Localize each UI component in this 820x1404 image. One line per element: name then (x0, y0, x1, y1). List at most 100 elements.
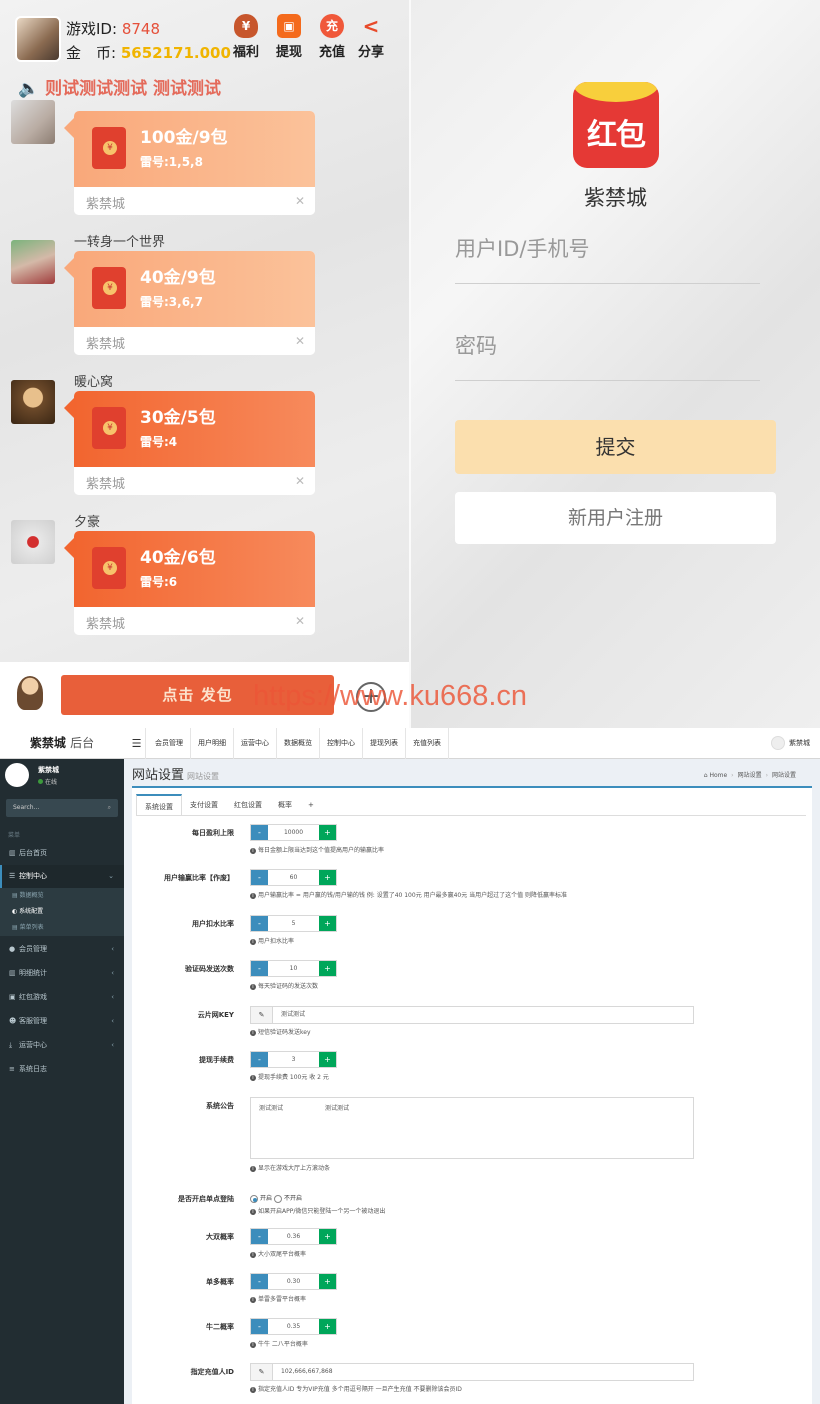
red-packet-card[interactable]: 40金/6包 雷号:6 紫禁城 ✕ (74, 531, 315, 635)
stepper-input[interactable]: 3 (268, 1052, 319, 1067)
admin-logo[interactable]: 紫禁城 后台 (0, 728, 124, 759)
stepper-input[interactable]: 10 (268, 961, 319, 976)
field-label: 是否开启单点登陆 (178, 1195, 234, 1203)
decrement-button[interactable]: - (251, 870, 268, 885)
packet-mine-numbers: 雷号:3,6,7 (140, 295, 203, 309)
increment-button[interactable]: + (319, 916, 336, 931)
sender-avatar[interactable] (11, 100, 55, 144)
nav-member-management[interactable]: 会员管理 (148, 728, 191, 759)
sender-avatar[interactable] (11, 380, 55, 424)
user-id-field[interactable]: 用户ID/手机号 (455, 237, 760, 284)
increment-button[interactable]: + (319, 1319, 336, 1334)
sidebar-item-members[interactable]: ● 会员管理 ‹ (0, 938, 124, 961)
red-packet-footer: 紫禁城 ✕ (74, 187, 315, 215)
sidebar-item-customer-service[interactable]: ☻ 客服管理 ‹ (0, 1010, 124, 1033)
nav-recharge-list[interactable]: 充值列表 (406, 728, 449, 759)
nav-user-details[interactable]: 用户明细 (191, 728, 234, 759)
page-title: 网站设置 网站设置 (132, 764, 219, 783)
password-field[interactable]: 密码 (455, 334, 760, 381)
sidebar-item-control-center[interactable]: ☰ 控制中心 ⌄ (0, 865, 124, 888)
stepper-input[interactable]: 10000 (268, 825, 319, 840)
increment-button[interactable]: + (319, 825, 336, 840)
help-text: 指定充值人ID 专为VIP充值 多个用逗号隔开 一旦产生充值 不要删除该会员ID (258, 1386, 462, 1393)
red-packet-card[interactable]: 100金/9包 雷号:1,5,8 紫禁城 ✕ (74, 111, 315, 215)
field-help: i 每天验证码的发送次数 (250, 981, 318, 990)
bubble-arrow (64, 258, 74, 278)
sidebar-sub-menu-list[interactable]: ▤ 菜单列表 (0, 920, 124, 936)
tab-system-settings[interactable]: 系统设置 (136, 794, 182, 815)
tab-red-packet-settings[interactable]: 红包设置 (226, 794, 270, 815)
increment-button[interactable]: + (319, 1052, 336, 1067)
user-avatar[interactable] (17, 676, 43, 710)
chart-icon: ▥ (9, 969, 16, 977)
increment-button[interactable]: + (319, 870, 336, 885)
sidebar-sub-system-config[interactable]: ◐ 系统配置 (0, 904, 124, 920)
headset-icon: ☻ (9, 1017, 17, 1025)
increment-button[interactable]: + (319, 961, 336, 976)
packet-amount: 100金/9包 (140, 128, 228, 148)
money-bag-icon: ¥ (234, 14, 258, 38)
chevron-down-icon: ⌄ (108, 872, 114, 880)
game-id-label: 游戏ID: (66, 20, 118, 38)
sidebar-item-operations[interactable]: ⤓ 运营中心 ‹ (0, 1034, 124, 1057)
breadcrumb-section[interactable]: 网站设置 (738, 772, 762, 779)
sidebar-item-label: 会员管理 (19, 945, 47, 953)
sidebar-sub-data-overview[interactable]: ▤ 数据概览 (0, 888, 124, 904)
announcement-textarea[interactable]: 测试测试 测试测试 (250, 1097, 694, 1159)
help-text: 用户输赢比率 = 用户赢的钱/用户输的钱 例: 设置了40 100元 用户最多赢… (258, 892, 568, 899)
decrement-button[interactable]: - (251, 961, 268, 976)
help-text: 如果开启APP/微信只能登陆一个另一个被动退出 (258, 1208, 386, 1215)
radio-enable[interactable]: 开启 (250, 1194, 272, 1203)
radio-disable[interactable]: 不开启 (273, 1194, 302, 1203)
tab-add[interactable]: + (300, 794, 322, 815)
stepper-input[interactable]: 60 (268, 870, 319, 885)
recharge-button[interactable]: 充 充值 (310, 14, 354, 60)
nav-withdraw-list[interactable]: 提现列表 (363, 728, 406, 759)
increment-button[interactable]: + (319, 1229, 336, 1244)
red-packet-card[interactable]: 30金/5包 雷号:4 紫禁城 ✕ (74, 391, 315, 495)
nav-operation-center[interactable]: 运营中心 (234, 728, 277, 759)
stepper-input[interactable]: 5 (268, 916, 319, 931)
player-avatar[interactable] (15, 16, 61, 62)
sidebar-item-red-packet-game[interactable]: ▣ 红包游戏 ‹ (0, 986, 124, 1009)
stepper-input[interactable]: 0.30 (268, 1274, 319, 1289)
sidebar-search-input[interactable]: Search... ⌕ (6, 799, 118, 817)
decrement-button[interactable]: - (251, 1052, 268, 1067)
sidebar-item-system-log[interactable]: ≡ 系统日志 (0, 1058, 124, 1081)
nav-control-center[interactable]: 控制中心 (320, 728, 363, 759)
search-icon[interactable]: ⌕ (108, 799, 111, 817)
bubble-arrow (64, 398, 74, 418)
decrement-button[interactable]: - (251, 1229, 268, 1244)
register-button[interactable]: 新用户注册 (455, 492, 776, 544)
field-help: i 显示在游戏大厅上方滚动条 (250, 1163, 330, 1172)
watermark: https://www.ku668.cn (253, 680, 528, 712)
sidebar-item-statistics[interactable]: ▥ 明细统计 ‹ (0, 962, 124, 985)
increment-button[interactable]: + (319, 1274, 336, 1289)
welfare-button[interactable]: ¥ 福利 (224, 14, 268, 60)
breadcrumb-home[interactable]: Home (709, 772, 727, 779)
recharge-id-input[interactable]: ✎ 102,666,667,868 (250, 1363, 694, 1381)
red-packet-footer: 紫禁城 ✕ (74, 467, 315, 495)
sender-avatar[interactable] (11, 240, 55, 284)
decrement-button[interactable]: - (251, 825, 268, 840)
sender-avatar[interactable] (11, 520, 55, 564)
decrement-button[interactable]: - (251, 1319, 268, 1334)
menu-toggle-icon[interactable]: ☰ (128, 728, 146, 759)
field-help: i 牛牛 二八平台概率 (250, 1339, 308, 1348)
red-envelope-icon (92, 547, 126, 589)
stepper-input[interactable]: 0.36 (268, 1229, 319, 1244)
decrement-button[interactable]: - (251, 1274, 268, 1289)
red-packet-card[interactable]: 40金/9包 雷号:3,6,7 紫禁城 ✕ (74, 251, 315, 355)
admin-user-menu[interactable]: 紫禁城 (771, 736, 810, 750)
packet-mine-numbers: 雷号:1,5,8 (140, 155, 203, 169)
share-button[interactable]: < 分享 (349, 14, 393, 60)
submit-button[interactable]: 提交 (455, 420, 776, 474)
withdraw-button[interactable]: ▣ 提现 (267, 14, 311, 60)
yunpian-key-input[interactable]: ✎ 测试测试 (250, 1006, 694, 1024)
nav-data-overview[interactable]: 数据概览 (277, 728, 320, 759)
tab-payment-settings[interactable]: 支付设置 (182, 794, 226, 815)
sidebar-item-home[interactable]: ▥ 后台首页 (0, 842, 124, 865)
tab-probability[interactable]: 概率 (270, 794, 300, 815)
stepper-input[interactable]: 0.35 (268, 1319, 319, 1334)
decrement-button[interactable]: - (251, 916, 268, 931)
